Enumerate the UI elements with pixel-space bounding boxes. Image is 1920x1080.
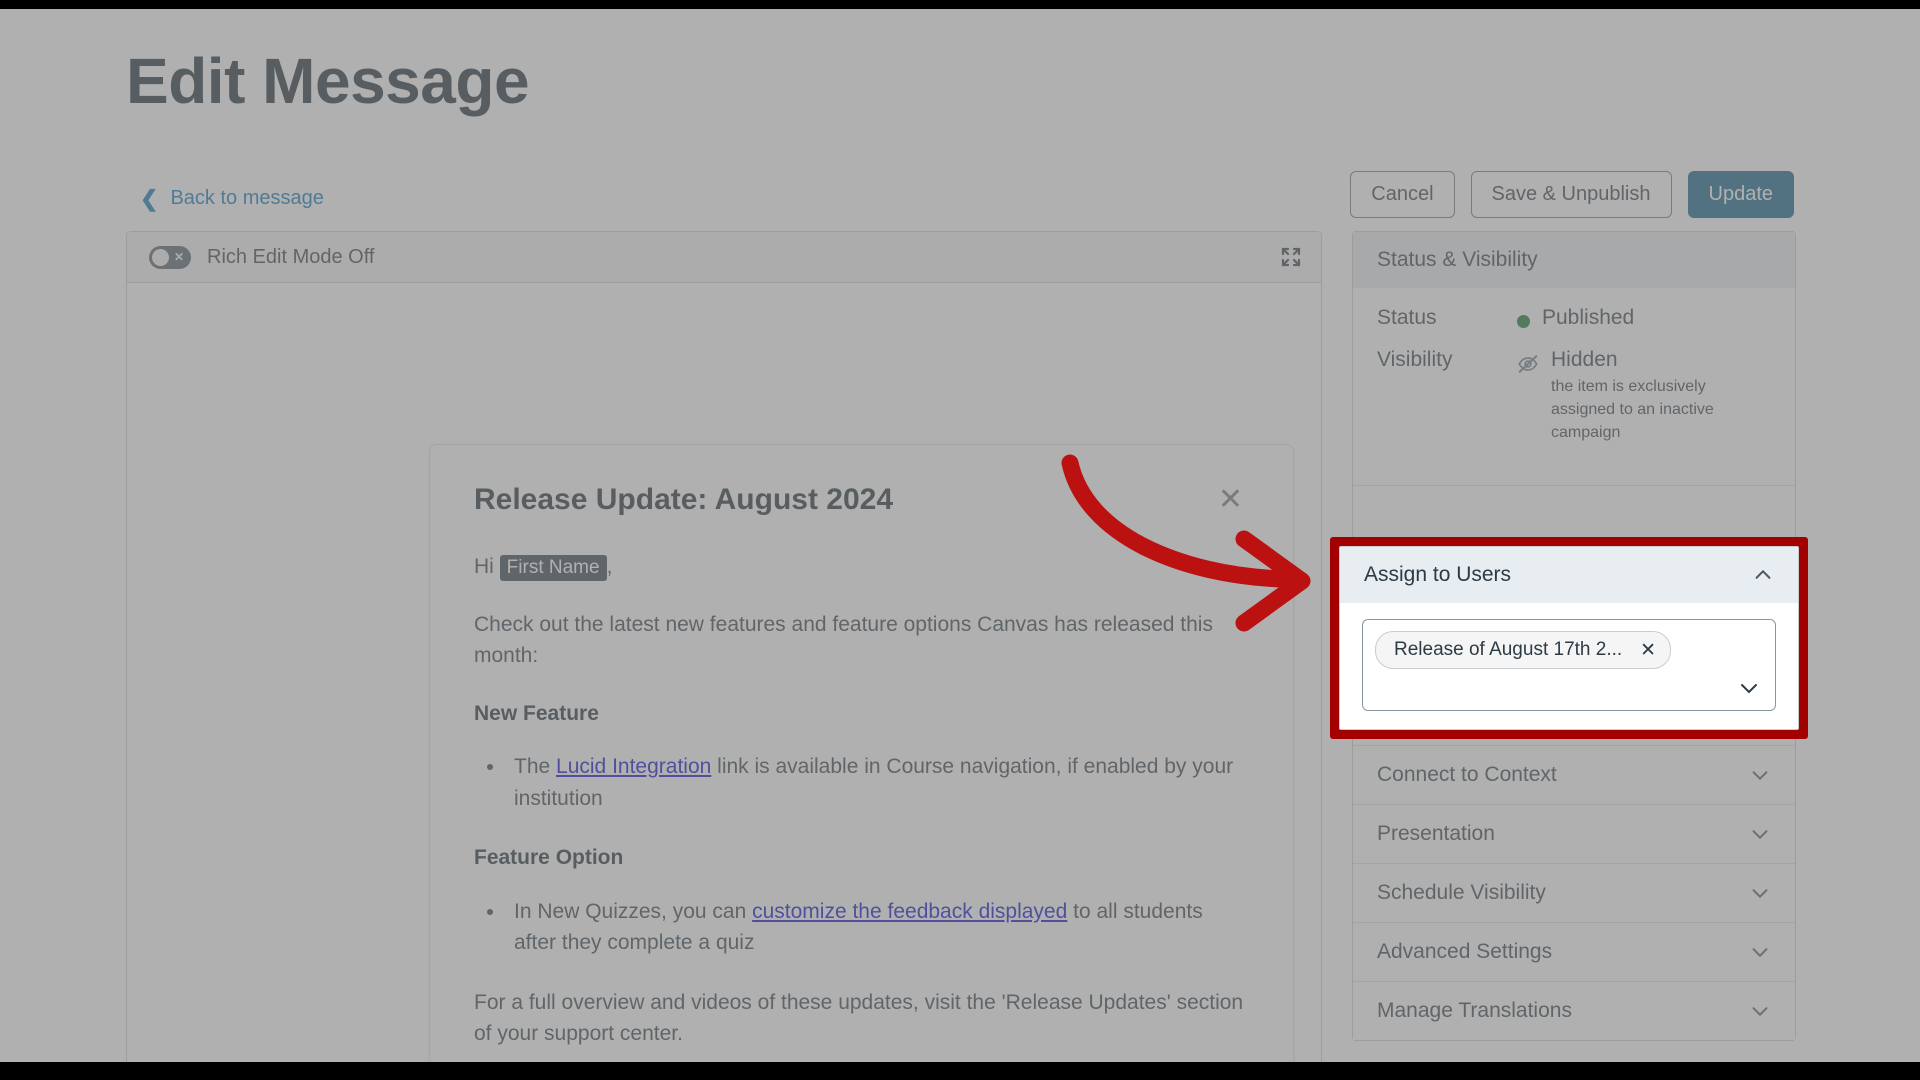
message-preview-card: Release Update: August 2024 ✕ Hi First N… (429, 444, 1294, 1062)
update-button[interactable]: Update (1687, 171, 1794, 218)
selected-user-chip[interactable]: Release of August 17th 2... ✕ (1375, 631, 1672, 669)
visibility-row: Visibility Hidden the item is exclusivel… (1377, 348, 1771, 445)
assign-users-multiselect[interactable]: Release of August 17th 2... ✕ (1362, 619, 1776, 711)
list-item-text-before: The (514, 755, 557, 778)
list-item-text-before: In New Quizzes, you can (514, 899, 753, 923)
assign-to-users-section: Assign to Users Release of August 17th 2… (1339, 546, 1799, 730)
list-item: In New Quizzes, you can customize the fe… (506, 896, 1249, 959)
merge-token-first-name: First Name (499, 555, 607, 581)
close-icon[interactable]: ✕ (1212, 483, 1249, 517)
sidebar-item-label: Manage Translations (1377, 998, 1572, 1022)
status-visibility-header[interactable]: Status & Visibility (1353, 232, 1795, 288)
page-title: Edit Message (126, 45, 530, 117)
message-card-title: Release Update: August 2024 (474, 483, 894, 516)
chevron-down-icon (1749, 823, 1771, 845)
status-row: Status Published (1377, 306, 1771, 330)
editor-toolbar-left: ✕ Rich Edit Mode Off (149, 245, 375, 269)
sidebar-item-label: Connect to Context (1377, 762, 1557, 786)
page-root: Edit Message ❮ Back to message Cancel Sa… (0, 9, 1920, 1062)
sidebar-item-manage-translations[interactable]: Manage Translations (1353, 980, 1795, 1040)
save-and-unpublish-button[interactable]: Save & Unpublish (1470, 171, 1672, 218)
customize-feedback-link[interactable]: customize the feedback displayed (752, 900, 1067, 923)
sidebar-item-label: Schedule Visibility (1377, 880, 1546, 904)
greeting-paragraph: Hi First Name, (474, 551, 1249, 583)
sidebar-item-schedule-visibility[interactable]: Schedule Visibility (1353, 862, 1795, 922)
sidebar-item-presentation[interactable]: Presentation (1353, 803, 1795, 863)
status-label: Status (1377, 306, 1437, 329)
section-heading-new-feature: New Feature (474, 701, 599, 725)
greeting-suffix: , (606, 555, 613, 578)
sidebar-item-connect-to-context[interactable]: Connect to Context (1353, 744, 1795, 804)
message-card-header: Release Update: August 2024 ✕ (474, 483, 1249, 517)
section-list-new-feature: The Lucid Integration link is available … (506, 751, 1249, 814)
rich-edit-mode-toggle[interactable]: ✕ (149, 245, 191, 269)
intro-paragraph: Check out the latest new features and fe… (474, 612, 1213, 668)
toggle-off-x-icon: ✕ (173, 250, 184, 264)
back-to-message-link[interactable]: ❮ Back to message (140, 187, 324, 210)
assign-to-users-body: Release of August 17th 2... ✕ (1340, 603, 1798, 729)
message-editor-panel: ✕ Rich Edit Mode Off Release Update: Aug… (126, 231, 1322, 1062)
closing-paragraph: For a full overview and videos of these … (474, 990, 1244, 1046)
rich-edit-mode-label: Rich Edit Mode Off (207, 245, 375, 268)
assign-to-users-highlight: Assign to Users Release of August 17th 2… (1330, 537, 1808, 739)
visibility-value-group: Hidden the item is exclusively assigned … (1551, 348, 1736, 445)
visibility-label: Visibility (1377, 348, 1453, 371)
status-value-wrap: Published (1517, 306, 1634, 330)
message-card-body: Hi First Name, Check out the latest new … (474, 551, 1249, 1050)
chevron-left-icon: ❮ (140, 185, 159, 211)
eye-off-icon (1517, 353, 1539, 375)
app-screen: Edit Message ❮ Back to message Cancel Sa… (0, 9, 1920, 1062)
list-item: The Lucid Integration link is available … (506, 751, 1249, 814)
visibility-note: the item is exclusively assigned to an i… (1551, 378, 1714, 442)
chevron-up-icon[interactable] (1752, 564, 1774, 586)
chevron-down-icon (1749, 764, 1771, 786)
toggle-knob-icon (152, 248, 169, 266)
status-badge: Published (1542, 306, 1635, 329)
sidebar-item-label: Advanced Settings (1377, 939, 1553, 963)
selected-user-label: Release of August 17th 2... (1394, 639, 1623, 660)
assign-to-users-header[interactable]: Assign to Users (1340, 547, 1798, 603)
lucid-integration-link[interactable]: Lucid Integration (556, 755, 711, 778)
back-to-message-label: Back to message (170, 187, 324, 209)
visibility-badge: Hidden (1551, 348, 1618, 371)
sidebar-item-label: Presentation (1377, 821, 1495, 845)
status-visibility-body: Status Published Visibility Hidden the i… (1353, 288, 1795, 485)
editor-body[interactable]: Release Update: August 2024 ✕ Hi First N… (127, 283, 1321, 1062)
chevron-down-icon (1749, 1000, 1771, 1022)
assign-to-users-title: Assign to Users (1364, 563, 1512, 586)
expand-fullscreen-icon[interactable] (1279, 245, 1303, 269)
section-heading-feature-option: Feature Option (474, 846, 624, 869)
visibility-value-wrap: Hidden the item is exclusively assigned … (1517, 348, 1736, 445)
status-visibility-title: Status & Visibility (1377, 248, 1538, 271)
status-dot-icon (1517, 315, 1530, 328)
section-list-feature-option: In New Quizzes, you can customize the fe… (506, 896, 1249, 959)
page-actions: Cancel Save & Unpublish Update (1350, 171, 1794, 218)
editor-toolbar: ✕ Rich Edit Mode Off (127, 232, 1321, 283)
chevron-down-icon (1749, 882, 1771, 904)
chevron-down-icon[interactable] (1737, 676, 1761, 700)
chevron-down-icon (1749, 941, 1771, 963)
sidebar-item-advanced-settings[interactable]: Advanced Settings (1353, 921, 1795, 981)
close-icon[interactable]: ✕ (1640, 641, 1656, 660)
greeting-prefix: Hi (474, 555, 500, 578)
cancel-button[interactable]: Cancel (1350, 171, 1455, 218)
